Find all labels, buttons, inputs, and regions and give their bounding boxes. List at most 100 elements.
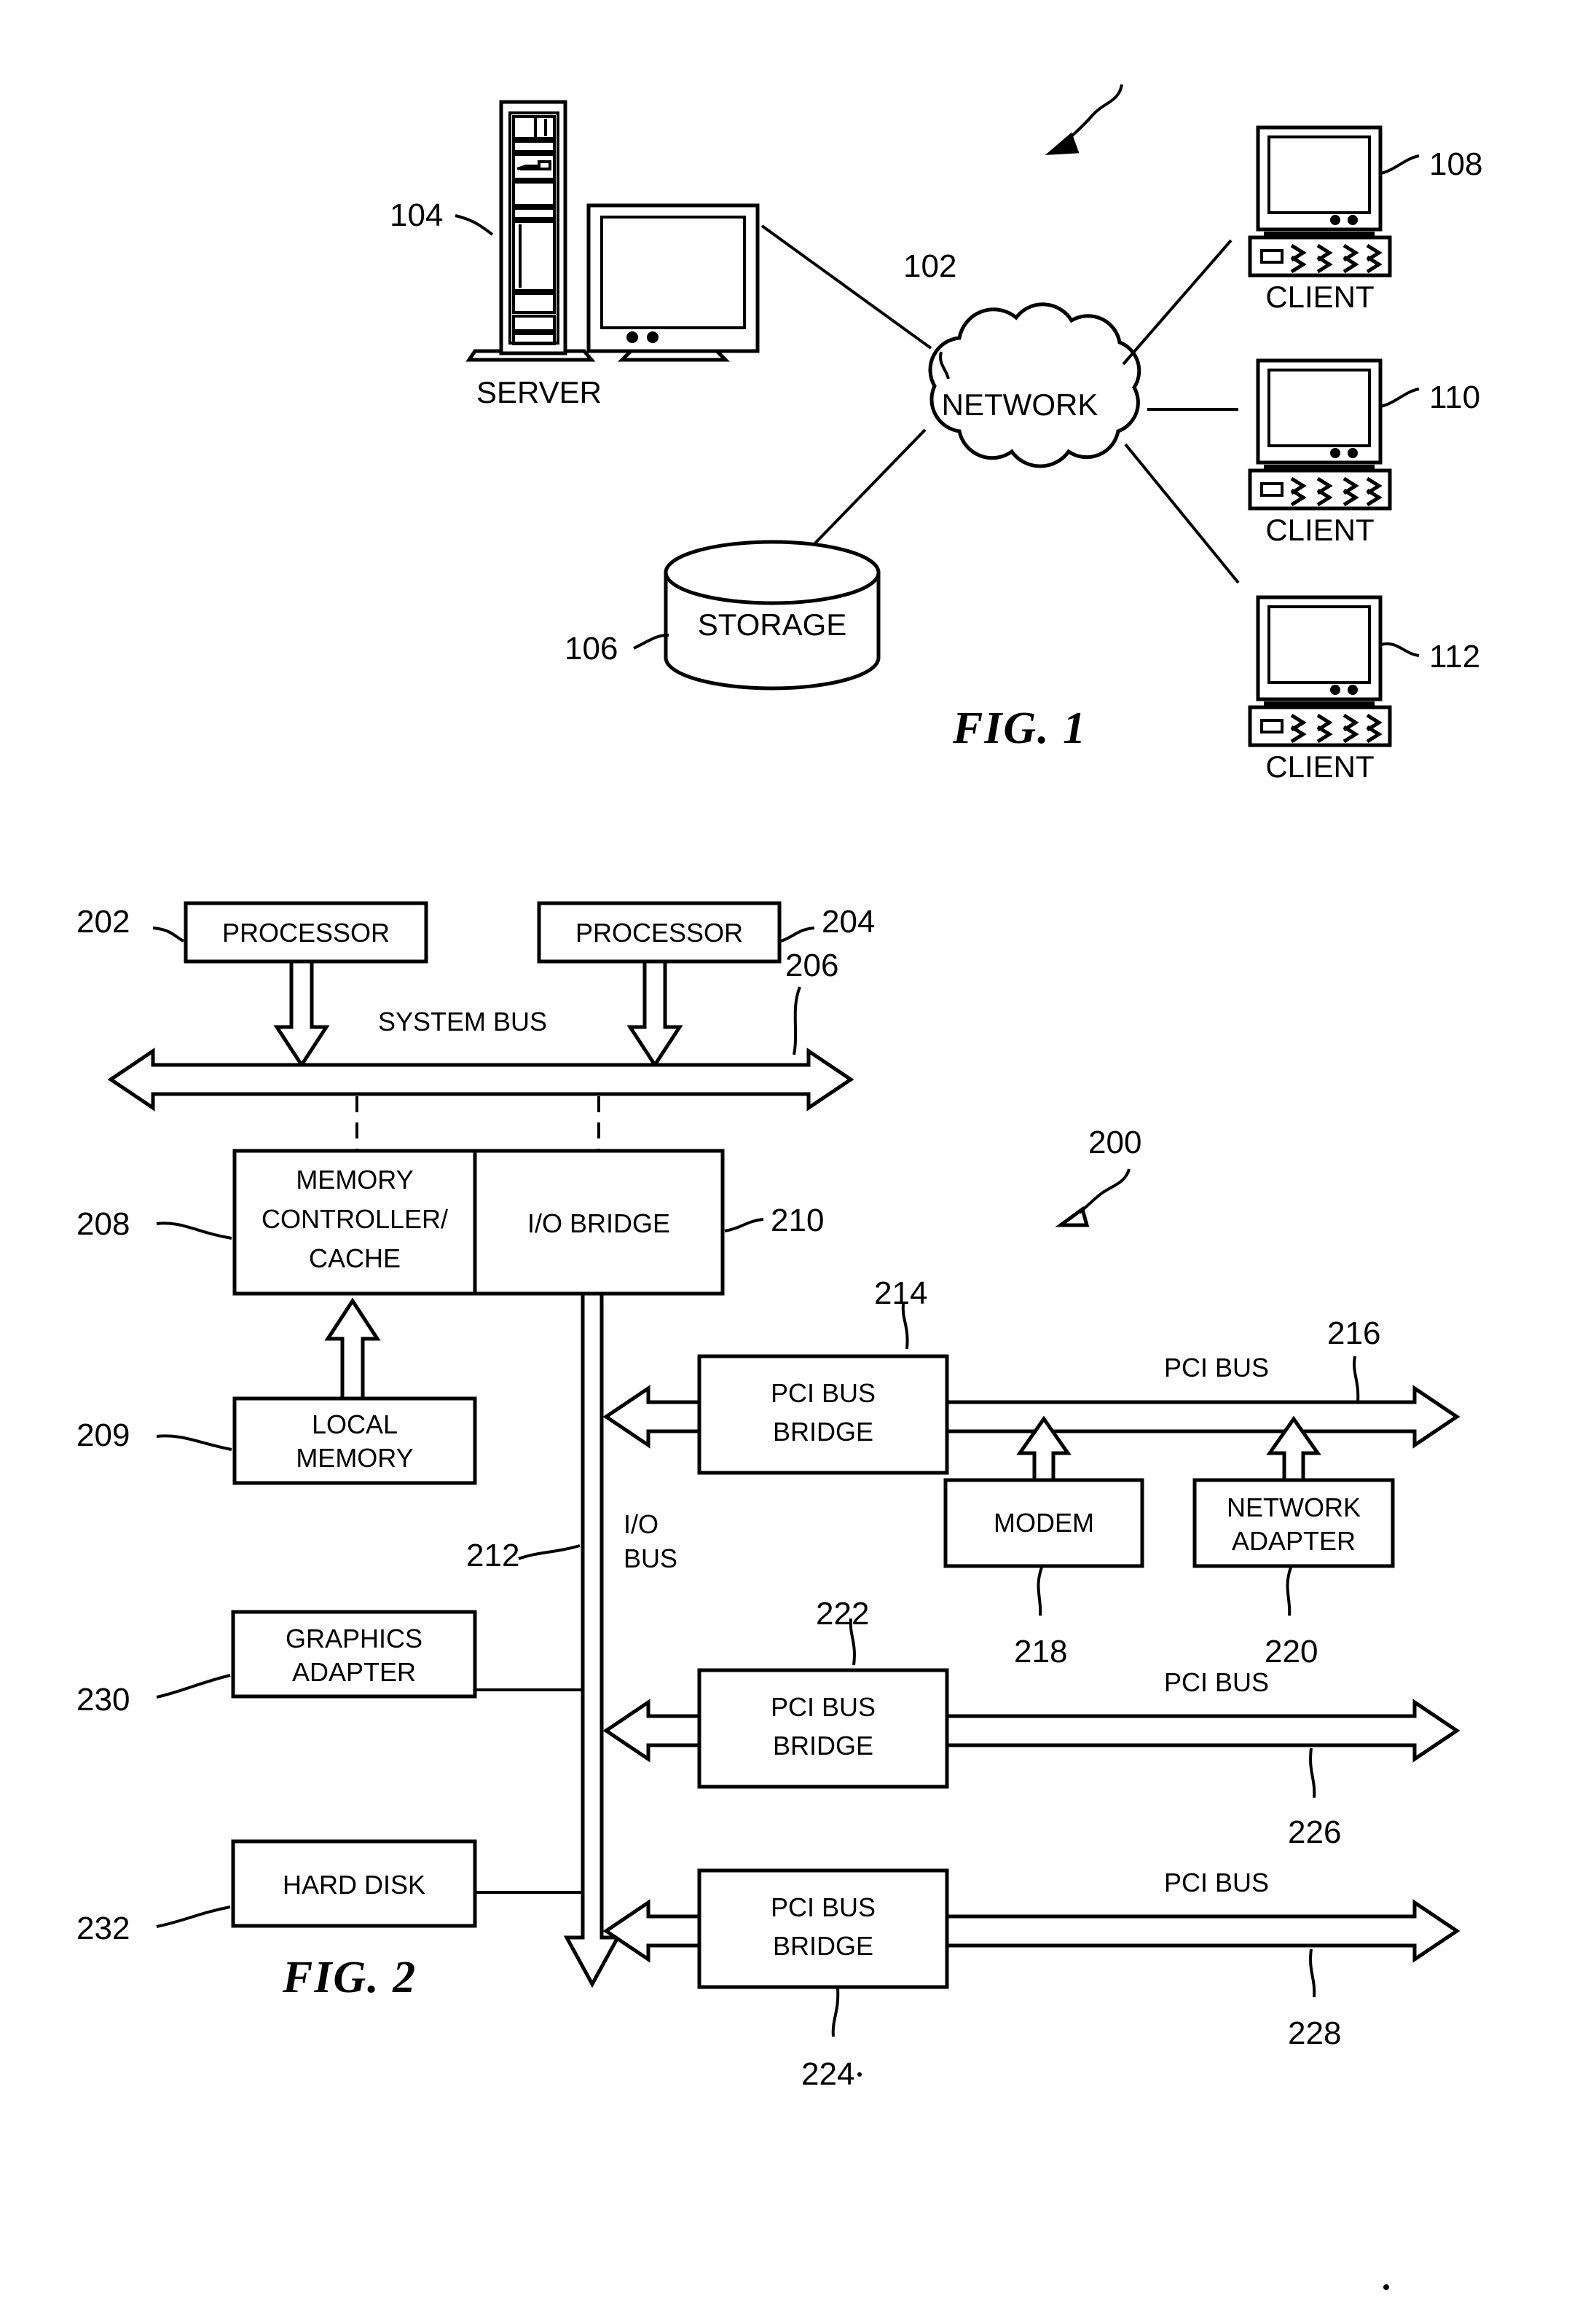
- ref-204: 204: [822, 904, 875, 940]
- pci-bus-3-arrow: [945, 1899, 1461, 1963]
- client-1: CLIENT 108: [1248, 125, 1482, 314]
- server-monitor-icon: [586, 203, 760, 362]
- page-speck: [1383, 2284, 1389, 2290]
- ref-228-leader: [1309, 1948, 1316, 1998]
- pci-bus-1-label: PCI BUS: [1164, 1353, 1269, 1382]
- patent-figure-sheet: SERVER 104 NETWORK 102 STORAGE 106 CLIEN…: [0, 0, 1596, 2309]
- graphics-adapter-label-1: GRAPHICS: [286, 1624, 422, 1653]
- ref-110: 110: [1429, 379, 1480, 415]
- figure-2-group: PROCESSOR 202 PROCESSOR 204 SYSTEM BUS 2…: [76, 901, 1461, 2290]
- client-1-label: CLIENT: [1265, 280, 1374, 314]
- ref-230-leader: [156, 1674, 231, 1699]
- graphics-adapter-label-2: ADAPTER: [292, 1657, 416, 1687]
- io-bus-label-1: I/O: [624, 1509, 659, 1539]
- io-bridge-label: I/O BRIDGE: [527, 1208, 670, 1238]
- ref-228: 228: [1288, 2015, 1341, 2051]
- ref-110-leader: [1380, 388, 1420, 408]
- ref-212-leader: [518, 1544, 581, 1560]
- memory-controller-label-1: MEMORY: [296, 1165, 413, 1195]
- desktop-computer-icon: [1248, 595, 1392, 747]
- ref-106: 106: [565, 631, 618, 666]
- ref-204-leader: [780, 927, 815, 943]
- ref-108-leader: [1380, 154, 1420, 175]
- storage-label: STORAGE: [698, 607, 847, 642]
- network-adapter-label-1: NETWORK: [1227, 1492, 1361, 1522]
- pci-bridge-2-label-1: PCI BUS: [771, 1692, 876, 1722]
- pci-bridge-1-box: [697, 1354, 949, 1475]
- ref-214: 214: [874, 1275, 927, 1311]
- ref-202: 202: [76, 904, 130, 940]
- network-label: NETWORK: [942, 388, 1098, 422]
- pci-bridge-1-label-2: BRIDGE: [773, 1417, 873, 1447]
- link-network-client1: [1122, 239, 1233, 366]
- ref-218-leader: [1037, 1567, 1043, 1616]
- figure-1-group: SERVER 104 NETWORK 102 STORAGE 106 CLIEN…: [390, 84, 1482, 784]
- ref-232-leader: [156, 1905, 231, 1928]
- ref-220-leader: [1286, 1567, 1292, 1616]
- link-network-client3: [1124, 443, 1240, 584]
- pci-bridge-2-box: [697, 1668, 949, 1789]
- ref-208-leader: [156, 1222, 232, 1240]
- arrow-pci-bridge-2-to-io-bus: [602, 1699, 701, 1763]
- ref-220: 220: [1265, 1634, 1318, 1669]
- ref-112-leader: [1380, 642, 1420, 657]
- figure-2-caption: FIG. 2: [282, 1953, 417, 2002]
- processor-2-label: PROCESSOR: [575, 918, 743, 948]
- modem-label: MODEM: [994, 1508, 1094, 1538]
- ref-212: 212: [466, 1538, 519, 1573]
- pci-bus-1-arrow: [945, 1385, 1461, 1449]
- ref-200-leader: [1055, 1168, 1131, 1227]
- pci-bus-2-arrow: [945, 1699, 1461, 1763]
- client-2-label: CLIENT: [1265, 513, 1374, 547]
- arrow-processor-1-to-bus: [273, 959, 330, 1069]
- pci-bus-3-label: PCI BUS: [1164, 1868, 1269, 1897]
- local-memory-label-1: LOCAL: [312, 1409, 398, 1439]
- ref-224: 224: [801, 2056, 854, 2092]
- ref-210: 210: [771, 1203, 824, 1238]
- ref-206-leader: [793, 986, 801, 1055]
- ref-102: 102: [903, 248, 956, 284]
- ref-106-leader: [633, 634, 669, 650]
- ref-104-leader: [455, 214, 494, 236]
- io-bus-arrow: [563, 1291, 621, 1989]
- pci-bridge-1-label-1: PCI BUS: [771, 1378, 876, 1408]
- pci-bridge-3-label-2: BRIDGE: [773, 1931, 873, 1961]
- pci-bus-2-label: PCI BUS: [1164, 1667, 1269, 1697]
- arrow-pci-bridge-3-to-io-bus: [602, 1899, 701, 1963]
- hard-disk-label: HARD DISK: [283, 1870, 425, 1900]
- arrow-pci-bridge-1-to-io-bus: [602, 1385, 701, 1449]
- network-adapter-label-2: ADAPTER: [1232, 1526, 1356, 1556]
- network-cloud-icon: [928, 302, 1141, 468]
- page-speck-2: [857, 2072, 862, 2077]
- pci-bridge-3-label-1: PCI BUS: [771, 1892, 876, 1922]
- ref-232: 232: [76, 1911, 130, 1946]
- io-bus-label-2: BUS: [624, 1543, 677, 1573]
- local-memory-label-2: MEMORY: [296, 1443, 413, 1473]
- ref-202-leader: [152, 927, 184, 943]
- ref-226-leader: [1309, 1747, 1316, 1798]
- ref-206: 206: [785, 948, 838, 983]
- figure-canvas: SERVER 104 NETWORK 102 STORAGE 106 CLIEN…: [76, 84, 1482, 2290]
- pci-bridge-2-label-2: BRIDGE: [773, 1731, 873, 1761]
- ref-108: 108: [1429, 146, 1482, 182]
- server-label: SERVER: [476, 375, 602, 409]
- memory-controller-label-2: CONTROLLER/: [262, 1204, 448, 1234]
- client-3: CLIENT 112: [1248, 595, 1480, 784]
- ref-209-leader: [156, 1434, 232, 1451]
- ref-216-leader: [1353, 1356, 1360, 1403]
- ref-222: 222: [816, 1596, 869, 1632]
- ref-208: 208: [76, 1206, 130, 1242]
- ref-224-leader: [831, 1988, 840, 2037]
- desktop-computer-icon: [1248, 125, 1392, 278]
- figure-1-caption: FIG. 1: [952, 704, 1087, 753]
- arrow-processor-2-to-bus: [626, 959, 683, 1069]
- desktop-computer-icon: [1248, 358, 1392, 511]
- client-2: CLIENT 110: [1248, 358, 1480, 547]
- ref-209: 209: [76, 1417, 130, 1453]
- ref-104: 104: [390, 197, 443, 233]
- ref-210-leader: [724, 1218, 764, 1232]
- link-network-storage: [807, 428, 927, 551]
- system-bus-arrow: [107, 1047, 854, 1112]
- ref-230: 230: [76, 1682, 130, 1718]
- arrow-local-memory-to-controller: [324, 1297, 381, 1401]
